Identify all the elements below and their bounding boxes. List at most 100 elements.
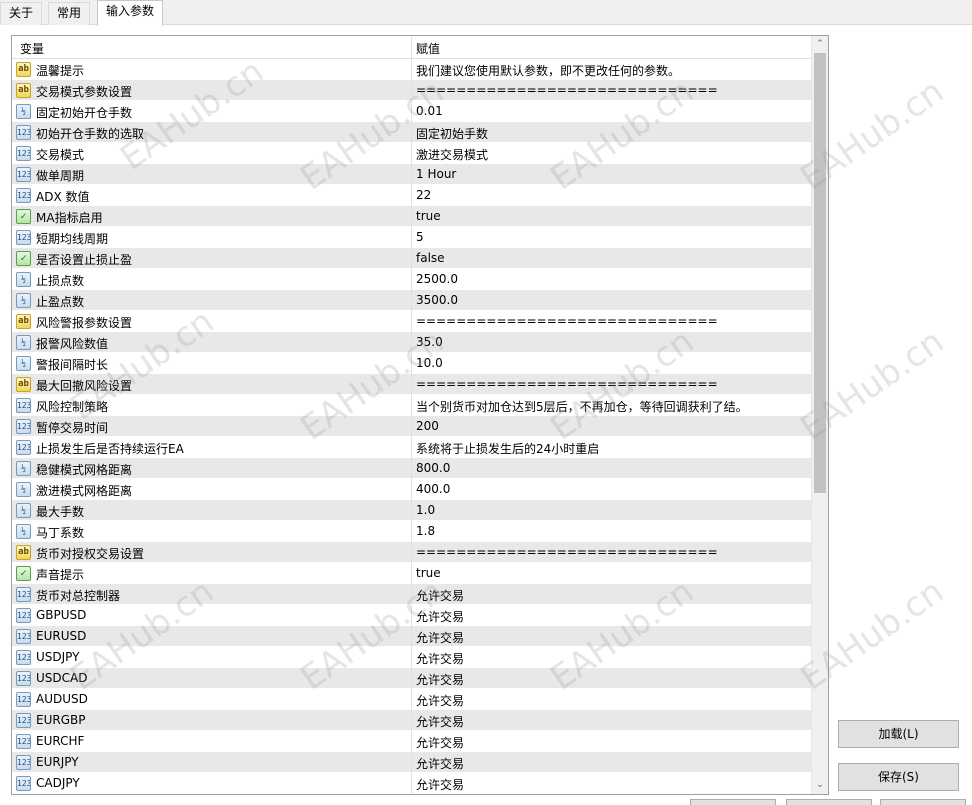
parameter-value[interactable]: 激进交易模式 xyxy=(416,146,488,163)
parameter-row[interactable]: ½ 止盈点数 3500.0 xyxy=(12,290,812,311)
parameter-row[interactable]: ab 风险警报参数设置 ============================== xyxy=(12,311,812,332)
number-type-icon: 123 xyxy=(16,230,31,245)
parameter-value[interactable]: 1.8 xyxy=(416,524,435,538)
parameter-row[interactable]: ½ 激进模式网格距离 400.0 xyxy=(12,479,812,500)
parameter-value[interactable]: 允许交易 xyxy=(416,650,464,667)
parameter-value[interactable]: 400.0 xyxy=(416,482,450,496)
ok-button[interactable] xyxy=(690,799,776,805)
parameter-value[interactable]: ============================== xyxy=(416,314,718,328)
parameter-value[interactable]: 系统将于止损发生后的24小时重启 xyxy=(416,440,599,457)
parameter-value[interactable]: 允许交易 xyxy=(416,671,464,688)
parameter-row[interactable]: ½ 警报间隔时长 10.0 xyxy=(12,353,812,374)
parameter-row[interactable]: 123 做单周期 1 Hour xyxy=(12,164,812,185)
double-type-icon: ½ xyxy=(16,356,31,371)
parameter-row[interactable]: ab 货币对授权交易设置 =============================… xyxy=(12,542,812,563)
parameter-value[interactable]: 800.0 xyxy=(416,461,450,475)
tab-common[interactable]: 常用 xyxy=(48,2,91,25)
number-type-icon: 123 xyxy=(16,734,31,749)
parameter-row[interactable]: ✓ 是否设置止损止盈 false xyxy=(12,248,812,269)
parameter-value[interactable]: 允许交易 xyxy=(416,629,464,646)
parameter-row[interactable]: ½ 固定初始开仓手数 0.01 xyxy=(12,101,812,122)
parameters-grid: 变量 赋值 ab 温馨提示 我们建议您使用默认参数，即不更改任何的参数。 ab 交易模式… xyxy=(11,35,829,795)
parameter-row[interactable]: 123 初始开仓手数的选取 固定初始手数 xyxy=(12,122,812,143)
parameter-row[interactable]: 123 EURJPY 允许交易 xyxy=(12,752,812,773)
parameter-row[interactable]: ✓ 声音提示 true xyxy=(12,563,812,584)
parameter-value[interactable]: 允许交易 xyxy=(416,692,464,709)
parameter-row[interactable]: 123 EURUSD 允许交易 xyxy=(12,626,812,647)
parameter-value[interactable]: 允许交易 xyxy=(416,755,464,772)
parameter-row[interactable]: 123 ADX 数值 22 xyxy=(12,185,812,206)
scroll-up-icon[interactable]: ⌃ xyxy=(812,36,828,53)
cancel-button[interactable] xyxy=(786,799,872,805)
parameter-row[interactable]: 123 风险控制策略 当个别货币对加仓达到5层后，不再加仓，等待回调获利了结。 xyxy=(12,395,812,416)
scrollbar-thumb[interactable] xyxy=(814,53,826,493)
parameter-row[interactable]: ½ 最大手数 1.0 xyxy=(12,500,812,521)
parameter-row[interactable]: ½ 稳健模式网格距离 800.0 xyxy=(12,458,812,479)
parameter-name: CADJPY xyxy=(36,776,80,790)
string-type-icon: ab xyxy=(16,545,31,560)
parameter-value[interactable]: 5 xyxy=(416,230,424,244)
parameter-row[interactable]: 123 USDCAD 允许交易 xyxy=(12,668,812,689)
column-header-value[interactable]: 赋值 xyxy=(416,40,440,57)
parameter-row[interactable]: 123 EURCHF 允许交易 xyxy=(12,731,812,752)
parameter-row[interactable]: 123 短期均线周期 5 xyxy=(12,227,812,248)
cell-separator xyxy=(411,458,412,479)
parameter-row[interactable]: 123 EURGBP 允许交易 xyxy=(12,710,812,731)
parameter-name: EURUSD xyxy=(36,629,87,643)
load-button[interactable]: 加载(L) xyxy=(838,720,959,748)
parameter-value[interactable]: ============================== xyxy=(416,83,718,97)
parameter-row[interactable]: 123 GBPUSD 允许交易 xyxy=(12,605,812,626)
grid-header: 变量 赋值 xyxy=(12,36,812,59)
parameter-value[interactable]: 22 xyxy=(416,188,431,202)
parameter-value[interactable]: 固定初始手数 xyxy=(416,125,488,142)
parameter-value[interactable]: 允许交易 xyxy=(416,608,464,625)
number-type-icon: 123 xyxy=(16,608,31,623)
parameter-value[interactable]: 0.01 xyxy=(416,104,443,118)
parameter-value[interactable]: ============================== xyxy=(416,377,718,391)
parameter-name: EURGBP xyxy=(36,713,86,727)
parameter-row[interactable]: 123 USDJPY 允许交易 xyxy=(12,647,812,668)
column-separator[interactable] xyxy=(411,36,412,59)
parameter-value[interactable]: 35.0 xyxy=(416,335,443,349)
parameter-value[interactable]: 我们建议您使用默认参数，即不更改任何的参数。 xyxy=(416,62,680,79)
parameter-row[interactable]: ½ 马丁系数 1.8 xyxy=(12,521,812,542)
parameter-value[interactable]: 1 Hour xyxy=(416,167,456,181)
parameter-row[interactable]: 123 货币对总控制器 允许交易 xyxy=(12,584,812,605)
save-button[interactable]: 保存(S) xyxy=(838,763,959,791)
parameter-value[interactable]: 允许交易 xyxy=(416,587,464,604)
parameter-value[interactable]: 当个别货币对加仓达到5层后，不再加仓，等待回调获利了结。 xyxy=(416,398,748,415)
tab-input-parameters[interactable]: 输入参数 xyxy=(97,0,164,26)
parameter-row[interactable]: 123 CADJPY 允许交易 xyxy=(12,773,812,794)
parameter-value[interactable]: 允许交易 xyxy=(416,713,464,730)
parameter-value[interactable]: true xyxy=(416,209,441,223)
parameter-row[interactable]: 123 交易模式 激进交易模式 xyxy=(12,143,812,164)
parameter-value[interactable]: 3500.0 xyxy=(416,293,458,307)
parameter-row[interactable]: 123 暂停交易时间 200 xyxy=(12,416,812,437)
parameter-row[interactable]: ab 最大回撤风险设置 ============================== xyxy=(12,374,812,395)
tab-about[interactable]: 关于 xyxy=(0,2,43,25)
number-type-icon: 123 xyxy=(16,167,31,182)
parameter-value[interactable]: 1.0 xyxy=(416,503,435,517)
parameter-value[interactable]: 200 xyxy=(416,419,439,433)
parameter-value[interactable]: 允许交易 xyxy=(416,734,464,751)
string-type-icon: ab xyxy=(16,314,31,329)
cell-separator xyxy=(411,206,412,227)
parameter-row[interactable]: ✓ MA指标启用 true xyxy=(12,206,812,227)
parameter-value[interactable]: ============================== xyxy=(416,545,718,559)
parameter-row[interactable]: ½ 止损点数 2500.0 xyxy=(12,269,812,290)
parameter-row[interactable]: 123 AUDUSD 允许交易 xyxy=(12,689,812,710)
reset-button[interactable] xyxy=(880,799,966,805)
parameter-value[interactable]: 允许交易 xyxy=(416,776,464,793)
parameter-value[interactable]: false xyxy=(416,251,445,265)
parameter-row[interactable]: ab 交易模式参数设置 ============================== xyxy=(12,80,812,101)
parameter-value[interactable]: 10.0 xyxy=(416,356,443,370)
parameter-value[interactable]: 2500.0 xyxy=(416,272,458,286)
number-type-icon: 123 xyxy=(16,125,31,140)
parameter-row[interactable]: ½ 报警风险数值 35.0 xyxy=(12,332,812,353)
parameter-value[interactable]: true xyxy=(416,566,441,580)
parameter-row[interactable]: ab 温馨提示 我们建议您使用默认参数，即不更改任何的参数。 xyxy=(12,59,812,80)
scroll-down-icon[interactable]: ⌄ xyxy=(812,777,828,794)
vertical-scrollbar[interactable]: ⌃ ⌄ xyxy=(811,36,828,794)
parameter-row[interactable]: 123 止损发生后是否持续运行EA 系统将于止损发生后的24小时重启 xyxy=(12,437,812,458)
column-header-variable[interactable]: 变量 xyxy=(20,40,44,57)
